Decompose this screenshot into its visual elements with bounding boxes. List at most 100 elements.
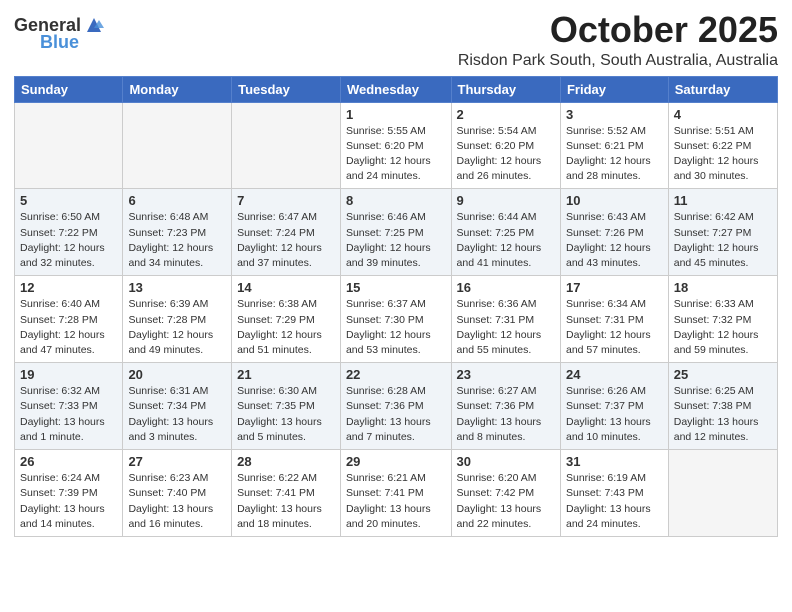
day-number: 9 (457, 193, 555, 208)
calendar-cell: 23 Sunrise: 6:27 AM Sunset: 7:36 PM Dayli… (451, 363, 560, 450)
day-number: 8 (346, 193, 446, 208)
calendar-cell: 18 Sunrise: 6:33 AM Sunset: 7:32 PM Dayli… (668, 276, 777, 363)
day-number: 10 (566, 193, 663, 208)
day-number: 22 (346, 367, 446, 382)
calendar-cell: 3Sunrise: 5:52 AM Sunset: 6:21 PM Daylig… (560, 102, 668, 189)
header-thursday: Thursday (451, 76, 560, 102)
day-number: 24 (566, 367, 663, 382)
calendar-week-row: 19 Sunrise: 6:32 AM Sunset: 7:33 PM Dayli… (15, 363, 778, 450)
page-container: General Blue October 2025 Risdon Park So… (0, 0, 792, 547)
location-title: Risdon Park South, South Australia, Aust… (458, 52, 778, 70)
calendar-cell: 9 Sunrise: 6:44 AM Sunset: 7:25 PM Daylig… (451, 189, 560, 276)
calendar-week-row: 26 Sunrise: 6:24 AM Sunset: 7:39 PM Dayli… (15, 450, 778, 537)
calendar-cell: 4 Sunrise: 5:51 AM Sunset: 6:22 PM Daylig… (668, 102, 777, 189)
day-number: 15 (346, 280, 446, 295)
day-info: Sunrise: 6:24 AM Sunset: 7:39 PM Dayligh… (20, 471, 117, 532)
day-info: Sunrise: 6:48 AM Sunset: 7:23 PM Dayligh… (128, 210, 226, 271)
day-info: Sunrise: 6:22 AM Sunset: 7:41 PM Dayligh… (237, 471, 335, 532)
day-number: 3 (566, 107, 663, 122)
calendar-cell: 13 Sunrise: 6:39 AM Sunset: 7:28 PM Dayli… (123, 276, 232, 363)
day-number: 31 (566, 454, 663, 469)
day-number: 4 (674, 107, 772, 122)
day-number: 25 (674, 367, 772, 382)
day-info: Sunrise: 5:51 AM Sunset: 6:22 PM Dayligh… (674, 124, 772, 185)
calendar-cell: 22 Sunrise: 6:28 AM Sunset: 7:36 PM Dayli… (340, 363, 451, 450)
calendar-header-row: Sunday Monday Tuesday Wednesday Thursday… (15, 76, 778, 102)
calendar-cell: 29Sunrise: 6:21 AM Sunset: 7:41 PM Dayli… (340, 450, 451, 537)
header-friday: Friday (560, 76, 668, 102)
header-saturday: Saturday (668, 76, 777, 102)
calendar-cell: 20Sunrise: 6:31 AM Sunset: 7:34 PM Dayli… (123, 363, 232, 450)
day-info: Sunrise: 6:28 AM Sunset: 7:36 PM Dayligh… (346, 384, 446, 445)
calendar-cell: 28 Sunrise: 6:22 AM Sunset: 7:41 PM Dayli… (232, 450, 341, 537)
calendar-cell: 14 Sunrise: 6:38 AM Sunset: 7:29 PM Dayli… (232, 276, 341, 363)
day-number: 18 (674, 280, 772, 295)
header-monday: Monday (123, 76, 232, 102)
title-block: October 2025 Risdon Park South, South Au… (458, 10, 778, 70)
day-number: 17 (566, 280, 663, 295)
day-number: 7 (237, 193, 335, 208)
day-number: 6 (128, 193, 226, 208)
day-info: Sunrise: 5:54 AM Sunset: 6:20 PM Dayligh… (457, 124, 555, 185)
calendar-cell: 17 Sunrise: 6:34 AM Sunset: 7:31 PM Dayli… (560, 276, 668, 363)
day-number: 30 (457, 454, 555, 469)
calendar-cell: 7 Sunrise: 6:47 AM Sunset: 7:24 PM Daylig… (232, 189, 341, 276)
calendar-cell: 5Sunrise: 6:50 AM Sunset: 7:22 PM Daylig… (15, 189, 123, 276)
day-info: Sunrise: 6:27 AM Sunset: 7:36 PM Dayligh… (457, 384, 555, 445)
day-info: Sunrise: 6:47 AM Sunset: 7:24 PM Dayligh… (237, 210, 335, 271)
day-number: 12 (20, 280, 117, 295)
day-info: Sunrise: 6:46 AM Sunset: 7:25 PM Dayligh… (346, 210, 446, 271)
day-info: Sunrise: 6:39 AM Sunset: 7:28 PM Dayligh… (128, 297, 226, 358)
day-info: Sunrise: 6:44 AM Sunset: 7:25 PM Dayligh… (457, 210, 555, 271)
logo-icon (83, 14, 105, 36)
calendar-cell (123, 102, 232, 189)
day-info: Sunrise: 6:32 AM Sunset: 7:33 PM Dayligh… (20, 384, 117, 445)
calendar-cell: 19 Sunrise: 6:32 AM Sunset: 7:33 PM Dayli… (15, 363, 123, 450)
day-info: Sunrise: 6:43 AM Sunset: 7:26 PM Dayligh… (566, 210, 663, 271)
day-info: Sunrise: 6:34 AM Sunset: 7:31 PM Dayligh… (566, 297, 663, 358)
day-info: Sunrise: 6:23 AM Sunset: 7:40 PM Dayligh… (128, 471, 226, 532)
calendar-cell (232, 102, 341, 189)
day-info: Sunrise: 6:36 AM Sunset: 7:31 PM Dayligh… (457, 297, 555, 358)
day-info: Sunrise: 6:20 AM Sunset: 7:42 PM Dayligh… (457, 471, 555, 532)
calendar-cell (668, 450, 777, 537)
day-number: 26 (20, 454, 117, 469)
day-number: 23 (457, 367, 555, 382)
day-info: Sunrise: 6:31 AM Sunset: 7:34 PM Dayligh… (128, 384, 226, 445)
day-number: 28 (237, 454, 335, 469)
calendar-week-row: 1Sunrise: 5:55 AM Sunset: 6:20 PM Daylig… (15, 102, 778, 189)
calendar-cell: 12Sunrise: 6:40 AM Sunset: 7:28 PM Dayli… (15, 276, 123, 363)
calendar-cell: 24 Sunrise: 6:26 AM Sunset: 7:37 PM Dayli… (560, 363, 668, 450)
header-tuesday: Tuesday (232, 76, 341, 102)
calendar-cell: 30 Sunrise: 6:20 AM Sunset: 7:42 PM Dayli… (451, 450, 560, 537)
calendar-cell: 8 Sunrise: 6:46 AM Sunset: 7:25 PM Daylig… (340, 189, 451, 276)
day-number: 21 (237, 367, 335, 382)
day-number: 14 (237, 280, 335, 295)
day-number: 16 (457, 280, 555, 295)
calendar-cell: 26 Sunrise: 6:24 AM Sunset: 7:39 PM Dayli… (15, 450, 123, 537)
day-info: Sunrise: 6:25 AM Sunset: 7:38 PM Dayligh… (674, 384, 772, 445)
logo-blue-text: Blue (40, 32, 79, 53)
calendar-cell: 25 Sunrise: 6:25 AM Sunset: 7:38 PM Dayli… (668, 363, 777, 450)
day-number: 13 (128, 280, 226, 295)
day-number: 19 (20, 367, 117, 382)
header-wednesday: Wednesday (340, 76, 451, 102)
calendar-cell: 15Sunrise: 6:37 AM Sunset: 7:30 PM Dayli… (340, 276, 451, 363)
header: General Blue October 2025 Risdon Park So… (14, 10, 778, 70)
calendar-week-row: 12Sunrise: 6:40 AM Sunset: 7:28 PM Dayli… (15, 276, 778, 363)
day-info: Sunrise: 6:26 AM Sunset: 7:37 PM Dayligh… (566, 384, 663, 445)
day-info: Sunrise: 5:55 AM Sunset: 6:20 PM Dayligh… (346, 124, 446, 185)
month-title: October 2025 (458, 10, 778, 50)
day-number: 29 (346, 454, 446, 469)
day-number: 11 (674, 193, 772, 208)
logo: General Blue (14, 14, 105, 53)
day-info: Sunrise: 6:38 AM Sunset: 7:29 PM Dayligh… (237, 297, 335, 358)
day-info: Sunrise: 6:30 AM Sunset: 7:35 PM Dayligh… (237, 384, 335, 445)
calendar-week-row: 5Sunrise: 6:50 AM Sunset: 7:22 PM Daylig… (15, 189, 778, 276)
calendar-cell: 10 Sunrise: 6:43 AM Sunset: 7:26 PM Dayli… (560, 189, 668, 276)
day-info: Sunrise: 6:33 AM Sunset: 7:32 PM Dayligh… (674, 297, 772, 358)
calendar-cell: 1Sunrise: 5:55 AM Sunset: 6:20 PM Daylig… (340, 102, 451, 189)
day-number: 27 (128, 454, 226, 469)
calendar-cell (15, 102, 123, 189)
calendar-cell: 21 Sunrise: 6:30 AM Sunset: 7:35 PM Dayli… (232, 363, 341, 450)
